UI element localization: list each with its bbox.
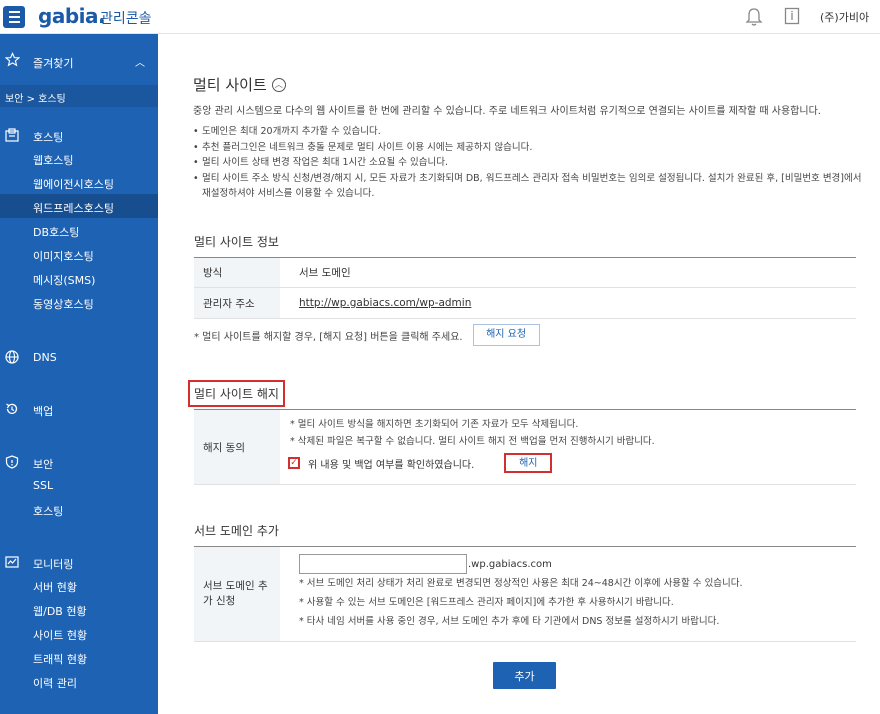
sidebar-item-traffic-status[interactable]: 트래픽 현황 xyxy=(0,645,158,669)
admin-url-cell: http://wp.gabiacs.com/wp-admin xyxy=(280,288,856,318)
subdomain-note-3: * 타사 네임 서버를 사용 중인 경우, 서브 도메인 추가 후에 타 기관에… xyxy=(299,616,720,627)
sidebar: 즐겨찾기 ︿ 보안 > 호스팅 호스팅 웹호스팅 웹에이전시호스팅 워드프레스호… xyxy=(0,34,158,714)
sidebar-item-web-agency-hosting[interactable]: 웹에이전시호스팅 xyxy=(0,170,158,194)
sidebar-item-dns[interactable]: DNS xyxy=(0,348,158,368)
section-title-info: 멀티 사이트 정보 xyxy=(194,235,279,249)
logo[interactable]: gabia. xyxy=(38,4,106,28)
section-title-cancel: 멀티 사이트 해지 xyxy=(188,380,285,407)
notice-list: 도메인은 최대 20개까지 추가할 수 있습니다. 추천 플러그인은 네트워크 … xyxy=(193,124,863,202)
sidebar-item-security-label: 보안 xyxy=(33,458,54,471)
shield-icon xyxy=(5,455,19,469)
page-title: 멀티 사이트 ︿ xyxy=(193,74,286,95)
bell-icon[interactable] xyxy=(745,7,763,27)
table-row: 해지 동의 * 멀티 사이트 방식을 해지하면 초기화되어 기존 자료가 모두 … xyxy=(194,410,856,485)
confirm-label: 위 내용 및 백업 여부를 확인하였습니다. xyxy=(308,459,475,471)
cancel-note: * 멀티 사이트를 해지할 경우, [해지 요청] 버튼을 클릭해 주세요. 해… xyxy=(194,324,540,346)
logo-subtitle: 관리콘솔 xyxy=(100,11,152,27)
sidebar-section-backup: 백업 xyxy=(0,400,158,420)
sidebar-item-security-hosting[interactable]: 호스팅 xyxy=(0,497,158,521)
table-row: 관리자 주소 http://wp.gabiacs.com/wp-admin xyxy=(194,288,856,319)
cancel-note-1: * 멀티 사이트 방식을 해지하면 초기화되어 기존 자료가 모두 삭제됩니다. xyxy=(290,419,579,430)
section-title-subdomain: 서브 도메인 추가 xyxy=(194,524,279,538)
cancel-agree-cell: * 멀티 사이트 방식을 해지하면 초기화되어 기존 자료가 모두 삭제됩니다.… xyxy=(280,410,856,484)
cancel-button[interactable]: 해지 xyxy=(504,453,553,473)
method-value: 서브 도메인 xyxy=(299,267,351,279)
admin-url-label: 관리자 주소 xyxy=(194,288,280,318)
list-item: 도메인은 최대 20개까지 추가할 수 있습니다. xyxy=(193,124,863,140)
subdomain-input[interactable] xyxy=(299,554,467,574)
sidebar-section-monitoring: 모니터링 서버 현황 웹/DB 현황 사이트 현황 트래픽 현황 이력 관리 xyxy=(0,553,158,693)
list-item: 멀티 사이트 주소 방식 신청/변경/해지 시, 모든 자료가 초기화되며 DB… xyxy=(193,171,863,202)
sidebar-item-db-hosting[interactable]: DB호스팅 xyxy=(0,218,158,242)
globe-icon xyxy=(5,350,19,364)
sidebar-favorites-label: 즐겨찾기 xyxy=(33,57,74,70)
sidebar-item-web-hosting[interactable]: 웹호스팅 xyxy=(0,146,158,170)
cancel-note-2: * 삭제된 파일은 복구할 수 없습니다. 멀티 사이트 해지 전 백업을 먼저… xyxy=(290,436,655,447)
sidebar-item-hosting-label: 호스팅 xyxy=(33,131,64,144)
menu-icon[interactable] xyxy=(3,6,25,28)
table-row: 서브 도메인 추가 신청 .wp.gabiacs.com * 서브 도메인 처리… xyxy=(194,547,856,642)
cancel-table: 해지 동의 * 멀티 사이트 방식을 해지하면 초기화되어 기존 자료가 모두 … xyxy=(194,409,856,485)
subdomain-suffix: .wp.gabiacs.com xyxy=(468,558,552,570)
admin-url-link[interactable]: http://wp.gabiacs.com/wp-admin xyxy=(299,297,471,309)
subdomain-cell: .wp.gabiacs.com * 서브 도메인 처리 상태가 처리 완료로 변… xyxy=(280,547,856,641)
list-item: 추천 플러그인은 네트워크 충돌 문제로 멀티 사이트 이용 시에는 제공하지 … xyxy=(193,140,863,156)
sidebar-section-hosting: 호스팅 웹호스팅 웹에이전시호스팅 워드프레스호스팅 DB호스팅 이미지호스팅 … xyxy=(0,126,158,314)
confirm-checkbox[interactable]: ✓ xyxy=(288,457,300,469)
page-title-text: 멀티 사이트 xyxy=(193,76,267,94)
confirm-row: ✓ 위 내용 및 백업 여부를 확인하였습니다. 해지 xyxy=(288,453,856,473)
monitor-icon xyxy=(5,556,19,568)
subdomain-note-2: * 사용할 수 있는 서브 도메인은 [워드프레스 관리자 페이지]에 추가한 … xyxy=(299,597,674,608)
main-content: 멀티 사이트 ︿ 중앙 관리 시스템으로 다수의 웹 사이트를 한 번에 관리할… xyxy=(158,34,880,714)
collapse-icon[interactable]: ︿ xyxy=(271,77,286,92)
sidebar-item-hosting[interactable]: 호스팅 xyxy=(0,126,158,146)
sidebar-item-backup-label: 백업 xyxy=(33,405,54,418)
sidebar-item-server-status[interactable]: 서버 현황 xyxy=(0,573,158,597)
subdomain-input-row: .wp.gabiacs.com xyxy=(299,554,856,574)
sidebar-section-dns: DNS xyxy=(0,348,158,368)
sidebar-item-dns-label: DNS xyxy=(33,351,57,364)
subdomain-label: 서브 도메인 추가 신청 xyxy=(194,547,280,641)
cancel-note-text: * 멀티 사이트를 해지할 경우, [해지 요청] 버튼을 클릭해 주세요. xyxy=(194,331,463,343)
sidebar-breadcrumb[interactable]: 보안 > 호스팅 xyxy=(0,85,158,107)
sidebar-item-history[interactable]: 이력 관리 xyxy=(0,669,158,693)
subdomain-table: 서브 도메인 추가 신청 .wp.gabiacs.com * 서브 도메인 처리… xyxy=(194,546,856,642)
sidebar-item-wordpress-hosting[interactable]: 워드프레스호스팅 xyxy=(0,194,158,218)
sidebar-section-security: 보안 SSL 호스팅 xyxy=(0,453,158,521)
sidebar-item-sms[interactable]: 메시징(SMS) xyxy=(0,266,158,290)
sidebar-item-security[interactable]: 보안 xyxy=(0,453,158,473)
sidebar-item-ssl[interactable]: SSL xyxy=(0,473,158,497)
cancel-agree-label: 해지 동의 xyxy=(194,410,280,484)
page-description: 중앙 관리 시스템으로 다수의 웹 사이트를 한 번에 관리할 수 있습니다. … xyxy=(193,106,821,117)
sidebar-item-monitoring-label: 모니터링 xyxy=(33,558,74,571)
backup-icon xyxy=(6,403,18,414)
sidebar-item-site-status[interactable]: 사이트 현황 xyxy=(0,621,158,645)
subdomain-note-1: * 서브 도메인 처리 상태가 처리 완료로 변경되면 정상적인 사용은 최대 … xyxy=(299,578,743,589)
sidebar-item-video-hosting[interactable]: 동영상호스팅 xyxy=(0,290,158,314)
notice-icon[interactable] xyxy=(784,7,800,25)
top-bar: gabia. 관리콘솔 (주)가비아 xyxy=(0,0,880,34)
sidebar-item-monitoring[interactable]: 모니터링 xyxy=(0,553,158,573)
info-table: 방식 서브 도메인 관리자 주소 http://wp.gabiacs.com/w… xyxy=(194,257,856,319)
cancel-request-button[interactable]: 해지 요청 xyxy=(472,324,540,346)
sidebar-favorites[interactable]: 즐겨찾기 ︿ xyxy=(0,34,158,84)
hosting-icon xyxy=(5,128,19,142)
list-item: 멀티 사이트 상태 변경 작업은 최대 1시간 소요될 수 있습니다. xyxy=(193,155,863,171)
sidebar-item-web-db-status[interactable]: 웹/DB 현황 xyxy=(0,597,158,621)
add-button[interactable]: 추가 xyxy=(493,662,556,689)
star-icon xyxy=(5,52,20,67)
sidebar-item-backup[interactable]: 백업 xyxy=(0,400,158,420)
chevron-up-icon[interactable]: ︿ xyxy=(135,54,145,69)
table-row: 방식 서브 도메인 xyxy=(194,258,856,288)
sidebar-item-image-hosting[interactable]: 이미지호스팅 xyxy=(0,242,158,266)
user-menu[interactable]: (주)가비아 xyxy=(820,9,869,25)
method-label: 방식 xyxy=(194,258,280,287)
